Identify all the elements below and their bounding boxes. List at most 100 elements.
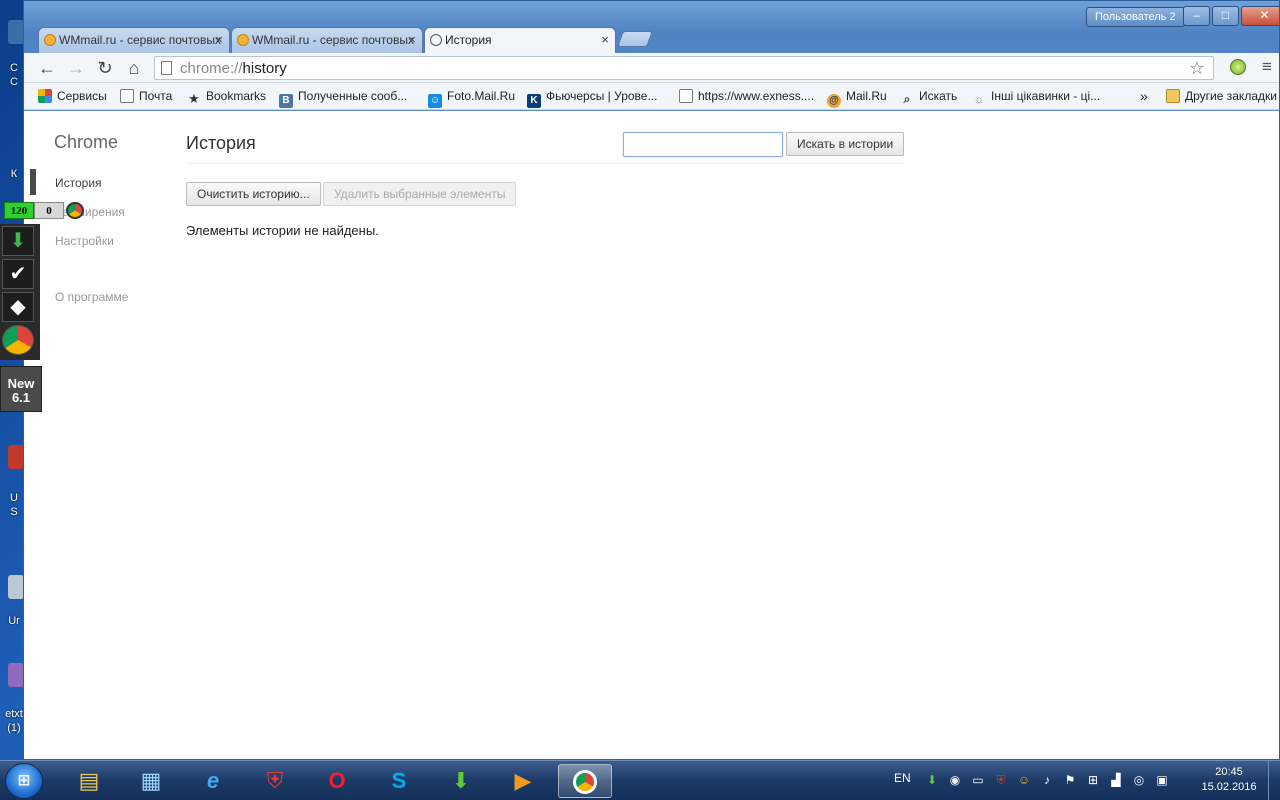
tray-download-icon[interactable]: ⬇	[924, 772, 940, 788]
browser-window: Пользователь 2 ‒ □ ✕ WMmail.ru - сервис …	[23, 0, 1280, 760]
volume-icon[interactable]: ♪	[1039, 772, 1055, 788]
tray-chrome-icon[interactable]: ◉	[947, 772, 963, 788]
close-window-button[interactable]: ✕	[1241, 6, 1279, 26]
language-indicator[interactable]: EN	[894, 771, 911, 785]
new-label: New	[7, 376, 35, 391]
bookmark-label: Foto.Mail.Ru	[447, 89, 516, 103]
link-icon: ☼	[973, 92, 985, 106]
sidebar-item-settings[interactable]: Настройки	[55, 234, 114, 248]
sidebar-item-history[interactable]: История	[55, 176, 102, 190]
network-signal-icon[interactable]: ▟	[1108, 772, 1124, 788]
counter-grey-badge[interactable]: 0	[34, 202, 64, 219]
bookmark-label: https://www.exness....	[698, 89, 815, 103]
action-center-flag-icon[interactable]: ⚑	[1062, 772, 1078, 788]
history-clock-icon	[430, 34, 442, 46]
home-icon[interactable]: ⌂	[123, 57, 145, 79]
tab-close-icon[interactable]: ×	[215, 28, 223, 52]
bookmarks-overflow-chevron-icon[interactable]: »	[1140, 88, 1148, 106]
maximize-button[interactable]: □	[1212, 6, 1239, 26]
desktop-icon-fragment[interactable]	[8, 445, 24, 469]
skype-icon[interactable]: S	[372, 764, 426, 798]
bookmark-label: Mail.Ru	[846, 89, 887, 103]
page-icon	[679, 89, 693, 103]
profile-button[interactable]: Пользователь 2	[1086, 7, 1185, 27]
tab-wmmail-2[interactable]: WMmail.ru - сервис почтовых ×	[231, 27, 423, 53]
version-label: 6.1	[11, 390, 31, 405]
tab-history[interactable]: История ×	[424, 27, 616, 53]
bookmark-item[interactable]: ⌕ Искать	[900, 88, 958, 106]
stack-tile-icon[interactable]: ◆	[2, 292, 34, 322]
reload-icon[interactable]: ↻	[94, 57, 116, 79]
bookmark-item[interactable]: B Полученные сооб...	[279, 88, 407, 108]
desktop-icon-fragment[interactable]	[8, 575, 24, 599]
internet-explorer-icon[interactable]: e	[186, 764, 240, 798]
bookmark-item[interactable]: Почта	[120, 88, 172, 106]
bookmark-label: Почта	[139, 89, 173, 103]
tab-close-icon[interactable]: ×	[408, 28, 416, 52]
bookmark-item[interactable]: ★ Bookmarks	[187, 88, 266, 106]
other-bookmarks-folder[interactable]: Другие закладки	[1166, 88, 1277, 106]
clock[interactable]: 20:45 15.02.2016	[1190, 765, 1268, 795]
tab-title: WMmail.ru - сервис почтовых	[59, 33, 221, 47]
bookmark-item[interactable]: https://www.exness....	[679, 88, 814, 106]
page-title: История	[186, 133, 256, 153]
counter-green-badge[interactable]: 120	[4, 202, 34, 219]
tray-device-icon[interactable]: ▣	[1154, 772, 1170, 788]
media-player-icon[interactable]: ▶	[496, 764, 550, 798]
empty-history-message: Элементы истории не найдены.	[186, 223, 379, 238]
bookmark-star-icon[interactable]: ☆	[1189, 58, 1205, 79]
forward-arrow-icon[interactable]: →	[65, 57, 87, 79]
bookmark-item[interactable]: K Фьючерсы | Урове...	[527, 88, 657, 108]
bookmark-item[interactable]: ☺ Foto.Mail.Ru	[428, 88, 516, 108]
tab-close-icon[interactable]: ×	[601, 28, 609, 52]
bookmark-label: Искать	[919, 89, 958, 103]
tab-wmmail-1[interactable]: WMmail.ru - сервис почтовых ×	[38, 27, 230, 53]
address-bar[interactable]: chrome://history ☆	[154, 56, 1214, 80]
bookmark-item[interactable]: ☼ Інші цікавинки - ці...	[972, 88, 1101, 106]
control-panel-icon[interactable]: ▦	[124, 764, 178, 798]
tab-title: WMmail.ru - сервис почтовых	[252, 33, 414, 47]
start-button[interactable]: ⊞	[5, 763, 43, 799]
antivirus-shield-icon[interactable]: ⛨	[248, 764, 302, 798]
desktop-icon-fragment[interactable]	[8, 663, 24, 687]
remove-selected-button[interactable]: Удалить выбранные элементы	[323, 182, 517, 206]
explorer-icon[interactable]: ▤	[62, 764, 116, 798]
search-history-button[interactable]: Искать в истории	[786, 132, 905, 156]
tray-shield-icon[interactable]: ⛨	[993, 772, 1009, 788]
bookmark-item[interactable]: Сервисы	[38, 88, 107, 106]
windows-icon[interactable]: ⊞	[1085, 772, 1101, 788]
desktop-icon-fragment[interactable]	[8, 20, 24, 44]
chrome-tile-icon[interactable]	[2, 325, 34, 355]
chrome-taskbar-icon[interactable]	[558, 764, 612, 798]
chrome-small-icon[interactable]	[66, 202, 84, 219]
overlay-counter: 120 0	[4, 202, 84, 219]
bookmark-label: Сервисы	[57, 89, 107, 103]
tray-app-icon[interactable]: ◎	[1131, 772, 1147, 788]
minimize-button[interactable]: ‒	[1183, 6, 1210, 26]
overlay-launcher: ⬇ ✔ ◆	[0, 224, 40, 360]
tray-monitor-icon[interactable]: ▭	[970, 772, 986, 788]
downloader-arrow-icon[interactable]: ⬇	[434, 764, 488, 798]
chrome-menu-icon[interactable]: ≡	[1262, 58, 1272, 76]
new-tab-button[interactable]	[617, 31, 653, 47]
checkmark-tile-icon[interactable]: ✔	[2, 259, 34, 289]
tray-smiley-icon[interactable]: ☺	[1016, 772, 1032, 788]
back-arrow-icon[interactable]: ←	[36, 57, 58, 79]
overlay-version-badge[interactable]: New 6.1	[0, 366, 42, 412]
star-icon: ★	[188, 91, 200, 106]
taskbar: ⊞ ▤ ▦ e ⛨ O S ⬇ ▶ EN ⬇ ◉ ▭ ⛨ ☺ ♪ ⚑ ⊞ ▟ ◎…	[0, 760, 1280, 800]
folder-icon	[1166, 89, 1180, 103]
extension-globe-icon[interactable]	[1230, 59, 1246, 75]
download-arrow-icon[interactable]: ⬇	[2, 226, 34, 256]
bookmark-item[interactable]: @ Mail.Ru	[827, 88, 887, 108]
sidebar-item-about[interactable]: О программе	[55, 290, 128, 304]
toolbar: ← → ↻ ⌂ chrome://history ☆ ≡	[24, 53, 1279, 83]
wmmail-favicon-icon	[237, 34, 249, 46]
show-desktop-button[interactable]	[1268, 761, 1280, 800]
opera-icon[interactable]: O	[310, 764, 364, 798]
clear-history-button[interactable]: Очистить историю...	[186, 182, 321, 206]
header-divider	[186, 163, 904, 164]
url-scheme: chrome://	[180, 60, 243, 77]
tab-title: История	[445, 33, 492, 47]
history-search-input[interactable]	[623, 132, 783, 157]
